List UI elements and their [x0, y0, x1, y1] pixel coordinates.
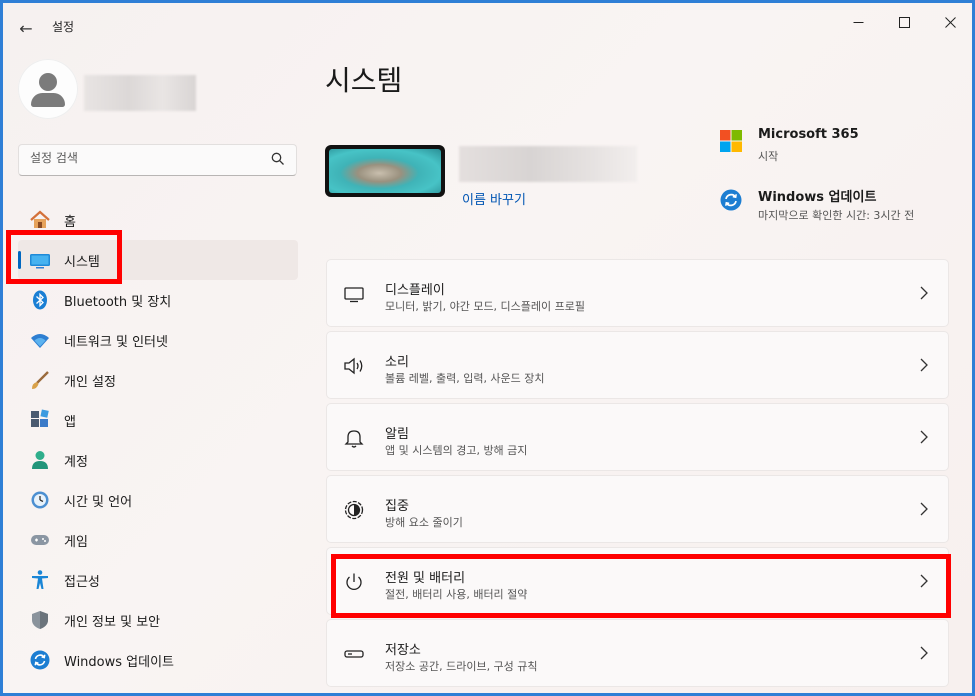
search-icon[interactable] [271, 152, 285, 166]
chevron-right-icon [920, 646, 928, 660]
card-subtitle: 볼륨 레벨, 출력, 입력, 사운드 장치 [385, 372, 545, 385]
sidebar-item-accessibility[interactable]: 접근성 [18, 560, 298, 600]
sidebar-item-label: 앱 [64, 414, 76, 430]
device-wallpaper-thumbnail [325, 145, 445, 197]
device-name-redacted [459, 146, 637, 182]
sidebar-item-label: 계정 [64, 454, 88, 470]
highlight-box-power-battery [331, 554, 951, 618]
settings-window: ← 설정 홈 [3, 3, 972, 693]
maximize-button[interactable] [881, 9, 927, 35]
bluetooth-icon [29, 289, 51, 311]
card-display[interactable]: 디스플레이 모니터, 밝기, 야간 모드, 디스플레이 프로필 [326, 259, 949, 327]
card-focus[interactable]: 집중 방해 요소 줄이기 [326, 475, 949, 543]
update-icon [29, 649, 51, 671]
sidebar-item-network[interactable]: 네트워크 및 인터넷 [18, 320, 298, 360]
sidebar-item-privacy-security[interactable]: 개인 정보 및 보안 [18, 600, 298, 640]
quick-link-subtitle: 마지막으로 확인한 시간: 3시간 전 [758, 209, 915, 222]
home-icon [29, 209, 51, 231]
card-storage[interactable]: 저장소 저장소 공간, 드라이브, 구성 규칙 [326, 619, 949, 687]
apps-icon [29, 409, 51, 431]
clock-globe-icon [29, 489, 51, 511]
card-subtitle: 앱 및 시스템의 경고, 방해 금지 [385, 444, 528, 457]
sidebar-item-label: 개인 설정 [64, 374, 116, 390]
accessibility-icon [29, 569, 51, 591]
settings-card-list: 디스플레이 모니터, 밝기, 야간 모드, 디스플레이 프로필 소리 볼륨 레벨… [326, 259, 949, 691]
chevron-right-icon [920, 430, 928, 444]
person-icon-body [31, 93, 65, 107]
card-subtitle: 저장소 공간, 드라이브, 구성 규칙 [385, 660, 538, 673]
sidebar-item-gaming[interactable]: 게임 [18, 520, 298, 560]
close-icon [944, 16, 956, 28]
sidebar-item-label: Windows 업데이트 [64, 654, 175, 670]
sidebar-item-label: 시간 및 언어 [64, 494, 133, 510]
sidebar-item-label: 개인 정보 및 보안 [64, 614, 161, 630]
wifi-icon [29, 329, 51, 351]
sidebar-item-label: 게임 [64, 534, 88, 550]
sidebar-item-windows-update[interactable]: Windows 업데이트 [18, 640, 298, 680]
quick-link-windows-update[interactable]: Windows 업데이트 마지막으로 확인한 시간: 3시간 전 [719, 188, 959, 224]
focus-icon [344, 500, 364, 520]
title-bar: ← 설정 [3, 3, 972, 47]
sidebar-item-time-language[interactable]: 시간 및 언어 [18, 480, 298, 520]
sidebar-item-label: 접근성 [64, 574, 100, 590]
shield-icon [29, 609, 51, 631]
back-arrow-icon: ← [19, 18, 33, 38]
chevron-right-icon [920, 286, 928, 300]
username-redacted [84, 75, 196, 111]
storage-icon [344, 650, 364, 658]
quick-link-subtitle: 시작 [758, 150, 779, 163]
app-title: 설정 [52, 20, 75, 34]
sidebar-item-label: 네트워크 및 인터넷 [64, 334, 168, 350]
highlight-box-system [6, 230, 122, 284]
sidebar-item-bluetooth[interactable]: Bluetooth 및 장치 [18, 280, 298, 320]
card-title: 저장소 [385, 643, 421, 658]
minimize-button[interactable] [835, 9, 881, 35]
rename-link[interactable]: 이름 바꾸기 [462, 189, 526, 208]
minimize-icon [853, 21, 863, 23]
card-title: 알림 [385, 427, 409, 442]
display-icon [344, 287, 364, 303]
quick-link-title: Windows 업데이트 [758, 190, 877, 205]
speaker-icon [344, 357, 363, 375]
card-title: 소리 [385, 355, 409, 370]
gamepad-icon [29, 529, 51, 551]
update-icon [720, 189, 742, 211]
back-button[interactable]: ← [13, 15, 39, 41]
card-notifications[interactable]: 알림 앱 및 시스템의 경고, 방해 금지 [326, 403, 949, 471]
bell-icon [344, 430, 364, 448]
chevron-right-icon [920, 358, 928, 372]
wallpaper-image [329, 149, 441, 193]
quick-link-microsoft-365[interactable]: Microsoft 365 시작 [719, 127, 949, 165]
quick-link-title: Microsoft 365 [758, 127, 859, 142]
avatar[interactable] [18, 59, 78, 119]
search-box[interactable] [18, 144, 297, 176]
card-title: 디스플레이 [385, 283, 445, 298]
card-subtitle: 모니터, 밝기, 야간 모드, 디스플레이 프로필 [385, 300, 586, 313]
sidebar-item-label: 홈 [64, 214, 76, 230]
chevron-right-icon [920, 502, 928, 516]
account-icon [29, 449, 51, 471]
microsoft-logo-icon [720, 130, 742, 152]
sidebar-item-label: Bluetooth 및 장치 [64, 294, 172, 310]
card-subtitle: 방해 요소 줄이기 [385, 516, 463, 529]
sidebar-item-apps[interactable]: 앱 [18, 400, 298, 440]
close-button[interactable] [927, 9, 972, 35]
card-sound[interactable]: 소리 볼륨 레벨, 출력, 입력, 사운드 장치 [326, 331, 949, 399]
maximize-icon [898, 16, 910, 28]
page-title: 시스템 [325, 64, 403, 97]
sidebar-item-accounts[interactable]: 계정 [18, 440, 298, 480]
card-title: 집중 [385, 499, 409, 514]
brush-icon [29, 369, 51, 391]
search-input[interactable] [30, 151, 260, 165]
person-icon [39, 73, 57, 91]
sidebar-item-personalization[interactable]: 개인 설정 [18, 360, 298, 400]
